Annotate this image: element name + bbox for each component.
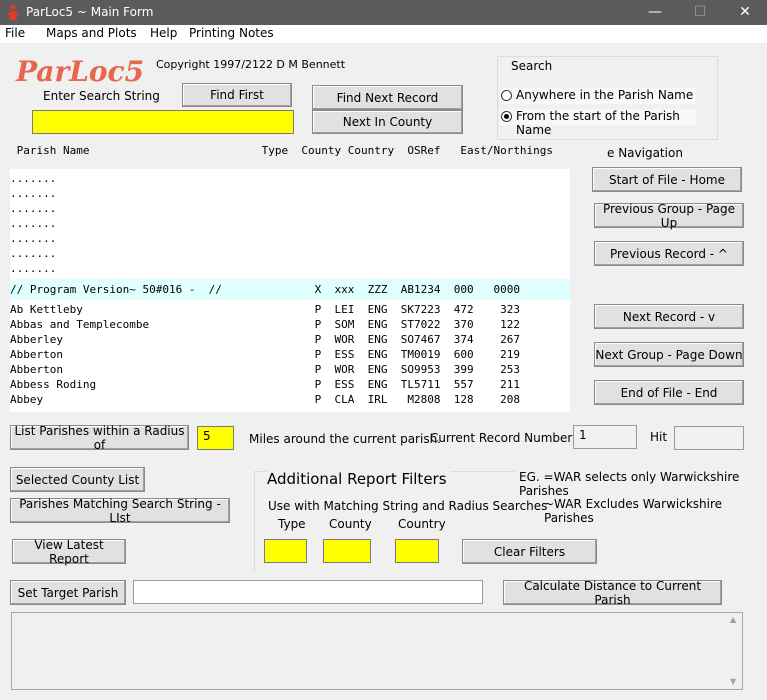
close-button[interactable]: ✕ (722, 0, 767, 25)
next-in-county-button[interactable]: Next In County (312, 110, 463, 134)
current-record-field[interactable]: 1 (573, 425, 637, 449)
filter-example-2: ~WAR Excludes Warwickshire Parishes (544, 497, 723, 525)
filter-example-1: EG. =WAR selects only Warwickshire Paris… (519, 470, 740, 498)
county-label: County (329, 517, 372, 531)
list-header: Parish Name Type County Country OSRef Ea… (10, 144, 554, 157)
menu-file[interactable]: File (5, 26, 25, 40)
calculate-distance-button[interactable]: Calculate Distance to Current Parish (503, 579, 722, 607)
search-group-label: Search (511, 59, 553, 73)
list-item-selected[interactable]: // Program Version~ 50#016 - // X xxx ZZ… (10, 279, 570, 300)
search-string-label: Enter Search String (43, 89, 160, 103)
radio-anywhere[interactable] (501, 90, 512, 101)
list-item[interactable]: ....... (10, 187, 56, 202)
navigation-label: e Navigation (607, 146, 683, 160)
option-anywhere-row[interactable]: Anywhere in the Parish Name (500, 88, 696, 104)
set-target-parish-button[interactable]: Set Target Parish (10, 580, 126, 605)
maximize-button[interactable]: ☐ (677, 0, 723, 25)
type-filter-input[interactable] (264, 539, 307, 563)
find-first-button[interactable]: Find First (182, 83, 292, 107)
previous-record-button[interactable]: Previous Record - ^ (594, 241, 744, 266)
find-next-record-button[interactable]: Find Next Record (312, 85, 463, 110)
radius-input[interactable]: 5 (197, 426, 234, 450)
output-textarea[interactable] (11, 612, 743, 690)
list-item[interactable]: Abberton P ESS ENG TM0019 600 219 (10, 348, 520, 363)
list-item[interactable]: ....... (10, 232, 56, 247)
output-scrollbar[interactable]: ▲ ▼ (727, 613, 742, 689)
menu-bar: File Maps and Plots Help Printing Notes (0, 25, 767, 43)
list-item[interactable]: Abberley P WOR ENG SO7467 374 267 (10, 333, 520, 348)
list-item[interactable]: ....... (10, 262, 56, 277)
list-radius-button[interactable]: List Parishes within a Radius of (10, 424, 189, 452)
app-icon (8, 4, 18, 20)
next-group-button[interactable]: Next Group - Page Down (594, 342, 744, 367)
selected-county-list-button[interactable]: Selected County List (10, 467, 145, 492)
county-filter-input[interactable] (323, 539, 371, 563)
hit-field[interactable] (674, 426, 744, 450)
list-item[interactable]: Ab Kettleby P LEI ENG SK7223 472 323 (10, 303, 520, 318)
list-item[interactable]: Abbas and Templecombe P SOM ENG ST7022 3… (10, 318, 520, 333)
country-label: Country (398, 517, 446, 531)
menu-printing-notes[interactable]: Printing Notes (189, 26, 274, 40)
list-item[interactable]: ....... (10, 247, 56, 262)
filters-title: Additional Report Filters (267, 470, 450, 488)
radio-start[interactable] (501, 111, 512, 122)
previous-group-button[interactable]: Previous Group - Page Up (594, 202, 744, 230)
option-start-row[interactable]: From the start of the Parish Name (500, 109, 696, 137)
target-parish-field[interactable] (133, 580, 483, 604)
list-item[interactable]: Abbess Roding P ESS ENG TL5711 557 211 (10, 378, 520, 393)
end-of-file-button[interactable]: End of File - End (594, 380, 744, 405)
copyright-text: Copyright 1997/2122 D M Bennett (156, 58, 346, 71)
minimize-button[interactable]: — (632, 0, 678, 25)
next-record-button[interactable]: Next Record - v (594, 304, 744, 329)
scroll-down-icon[interactable]: ▼ (730, 677, 736, 686)
filters-subtitle: Use with Matching String and Radius Sear… (268, 499, 548, 513)
clear-filters-button[interactable]: Clear Filters (462, 539, 597, 564)
current-record-label: Current Record Number (430, 431, 573, 445)
hit-label: Hit (650, 430, 668, 444)
type-label: Type (278, 517, 306, 531)
list-item[interactable]: ....... (10, 217, 56, 232)
app-logo: ParLoc5 (16, 55, 145, 88)
menu-maps-and-plots[interactable]: Maps and Plots (46, 26, 137, 40)
search-input[interactable] (32, 110, 294, 134)
title-bar: ParLoc5 ~ Main Form — ☐ ✕ (0, 0, 767, 25)
matching-string-list-button[interactable]: Parishes Matching Search String - LIst (10, 497, 230, 525)
scroll-up-icon[interactable]: ▲ (730, 615, 736, 624)
miles-label: Miles around the current parish. (249, 432, 441, 446)
list-item[interactable]: Abbey P CLA IRL M2808 128 208 (10, 393, 520, 408)
country-filter-input[interactable] (395, 539, 439, 563)
list-item[interactable]: ....... (10, 172, 56, 187)
parish-list[interactable]: ....... ....... ....... ....... ....... … (10, 169, 570, 412)
option-anywhere-label: Anywhere in the Parish Name (516, 88, 694, 102)
view-latest-report-button[interactable]: View Latest Report (12, 538, 126, 566)
window-title: ParLoc5 ~ Main Form (26, 5, 154, 19)
menu-help[interactable]: Help (150, 26, 177, 40)
list-item[interactable]: Abberton P WOR ENG SO9953 399 253 (10, 363, 520, 378)
start-of-file-button[interactable]: Start of File - Home (592, 167, 742, 192)
option-start-label: From the start of the Parish Name (516, 109, 680, 137)
list-item[interactable]: ....... (10, 202, 56, 217)
